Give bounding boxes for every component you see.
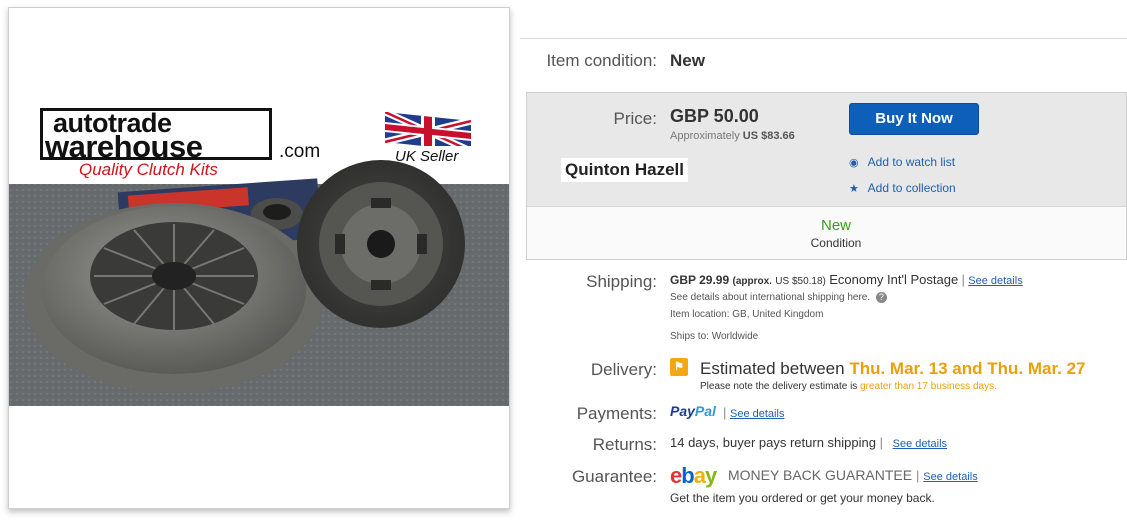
item-condition-value: New xyxy=(670,51,705,70)
brand-domain: .com xyxy=(279,141,321,162)
buy-it-now-button[interactable]: Buy It Now xyxy=(849,103,979,135)
add-to-watch-list-link[interactable]: ◉ Add to watch list xyxy=(849,155,955,169)
returns-label: Returns: xyxy=(592,435,657,454)
clutch-kit-photo xyxy=(9,8,509,508)
guarantee-title: MONEY BACK GUARANTEE xyxy=(728,467,913,483)
approx-prefix: Approximately xyxy=(670,130,740,142)
price-value: GBP 50.00 xyxy=(670,106,759,126)
brand-logo: autotrade warehouse xyxy=(40,108,272,164)
intl-shipping-note: See details about international shipping… xyxy=(670,292,887,303)
shipping-approx-value: US $50.18) xyxy=(775,276,826,287)
uk-flag-icon xyxy=(385,112,471,146)
returns-text: 14 days, buyer pays return shipping xyxy=(670,435,876,450)
separator: | xyxy=(879,435,883,450)
ships-to: Ships to: Worldwide xyxy=(670,331,759,342)
guarantee-label: Guarantee: xyxy=(571,467,657,486)
shipping-see-details-link[interactable]: See details xyxy=(968,275,1022,287)
collection-label: Add to collection xyxy=(867,181,956,195)
eye-icon: ◉ xyxy=(849,157,859,169)
money-back-guarantee: MONEY BACK GUARANTEE | See details xyxy=(728,467,978,483)
shipping-info: GBP 29.99 (approx. US $50.18) Economy In… xyxy=(670,272,1023,287)
uk-seller-label: UK Seller xyxy=(395,148,459,165)
item-condition-label: Item condition: xyxy=(546,51,657,70)
paypal-logo: PayPal xyxy=(670,403,716,419)
watch-list-label: Add to watch list xyxy=(867,155,956,169)
payments-details: | See details xyxy=(723,405,784,420)
delivery-note-prefix: Please note the delivery estimate is xyxy=(700,381,858,392)
separator: | xyxy=(961,272,965,287)
guarantee-subtext: Get the item you ordered or get your mon… xyxy=(670,491,935,505)
condition-strip: New Condition xyxy=(527,206,1126,259)
delivery-estimate-prefix: Estimated between xyxy=(700,359,845,378)
price-approx: Approximately US $83.66 xyxy=(670,130,795,142)
paypal-logo-part2: Pal xyxy=(694,403,716,419)
brand-tagline: Quality Clutch Kits xyxy=(79,160,218,179)
delivery-estimate: Estimated between Thu. Mar. 13 and Thu. … xyxy=(700,359,1086,379)
condition-strip-value: New xyxy=(820,217,851,234)
star-icon: ★ xyxy=(849,183,859,195)
ebay-logo: ebay xyxy=(670,463,717,488)
shipping-method: Economy Int'l Postage xyxy=(829,272,959,287)
paypal-logo-part1: Pay xyxy=(670,403,695,419)
returns-details: 14 days, buyer pays return shipping | Se… xyxy=(670,435,947,450)
product-image-card[interactable]: autotrade warehouse .com Quality Clutch … xyxy=(8,7,510,509)
delivery-note-highlight: greater than 17 business days. xyxy=(860,381,997,392)
delivery-flag-icon: ⚑ xyxy=(670,358,688,376)
divider xyxy=(520,38,1127,39)
seller-name[interactable]: Quinton Hazell xyxy=(561,158,688,182)
shipping-label: Shipping: xyxy=(586,272,657,291)
shipping-price: GBP 29.99 xyxy=(670,273,730,287)
shipping-approx: (approx. xyxy=(732,276,772,287)
separator: | xyxy=(723,405,727,420)
guarantee-see-details-link[interactable]: See details xyxy=(923,471,977,483)
help-icon[interactable]: ? xyxy=(875,292,887,303)
payments-label: Payments: xyxy=(576,404,657,423)
delivery-estimate-dates: Thu. Mar. 13 and Thu. Mar. 27 xyxy=(849,359,1086,378)
condition-strip-label: Condition xyxy=(810,236,862,250)
payments-see-details-link[interactable]: See details xyxy=(730,408,784,420)
delivery-label: Delivery: xyxy=(590,360,657,379)
add-to-collection-link[interactable]: ★ Add to collection xyxy=(849,181,956,195)
buy-box: Price: GBP 50.00 Approximately US $83.66… xyxy=(526,92,1127,260)
delivery-note: Please note the delivery estimate is gre… xyxy=(700,381,997,392)
approx-value: US $83.66 xyxy=(742,130,795,142)
item-location: Item location: GB, United Kingdom xyxy=(670,309,824,320)
price-label: Price: xyxy=(613,109,657,128)
intl-shipping-text[interactable]: See details about international shipping… xyxy=(670,292,870,303)
returns-see-details-link[interactable]: See details xyxy=(893,438,947,450)
separator: | xyxy=(916,468,920,483)
